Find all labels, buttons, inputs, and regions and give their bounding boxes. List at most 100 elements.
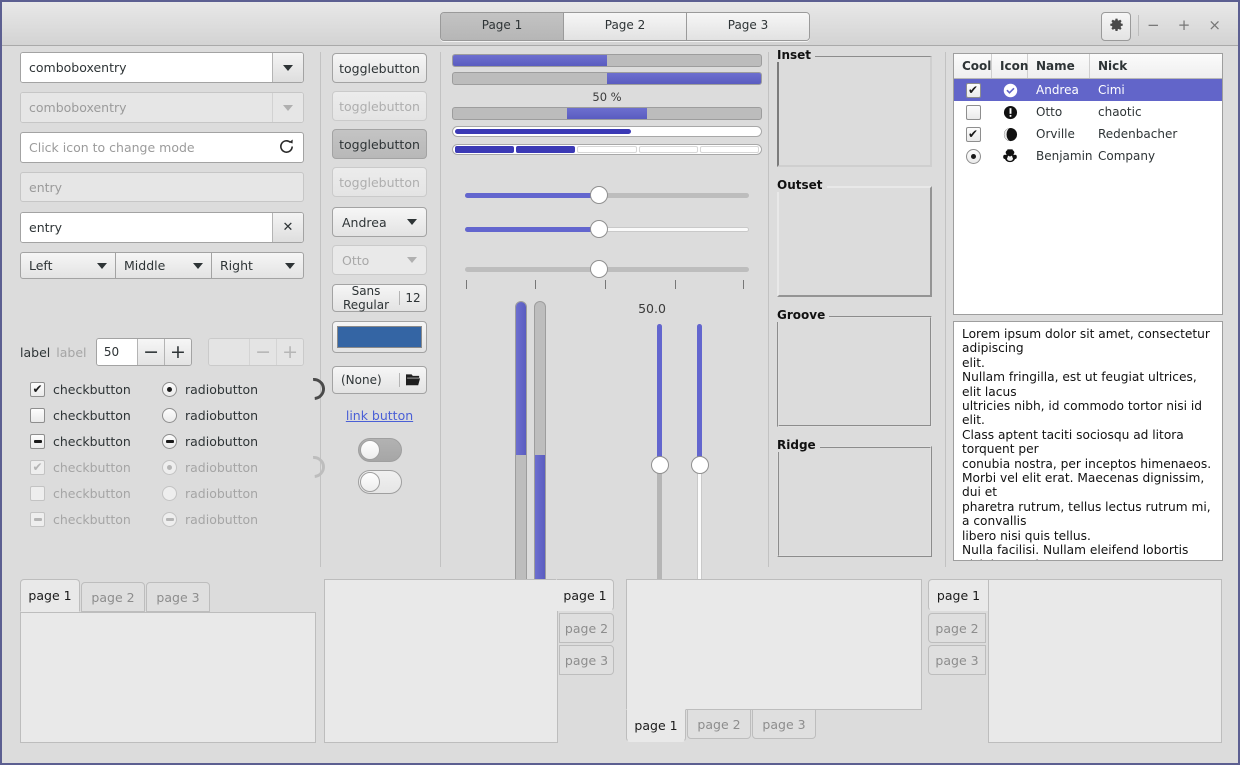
togglebutton-1[interactable]: togglebutton: [332, 53, 427, 83]
header-tab-page-3[interactable]: Page 3: [687, 13, 809, 40]
top-section: comboboxentry comboboxentry Click icon t…: [2, 46, 1238, 608]
switch-off[interactable]: [358, 470, 402, 494]
row-cool-cell[interactable]: ✔: [954, 126, 992, 142]
align-combo-middle[interactable]: Middle: [116, 252, 212, 279]
align-combo-right[interactable]: Right: [212, 252, 304, 279]
notebook2-tab-page-2[interactable]: page 2: [559, 613, 614, 643]
spinbutton-minus[interactable]: −: [137, 339, 165, 365]
checkbox-unchecked-icon[interactable]: [965, 104, 981, 120]
clear-icon[interactable]: ✕: [272, 213, 303, 242]
radio-selected-icon[interactable]: [965, 148, 981, 164]
header-tab-page-2[interactable]: Page 2: [564, 13, 687, 40]
checkbox-checked-icon[interactable]: ✔: [30, 381, 45, 397]
checkbutton-2[interactable]: checkbutton: [30, 402, 162, 428]
checkbutton-column: ✔ checkbutton checkbutton checkbutton ✔ …: [30, 376, 162, 532]
radiobutton-2[interactable]: radiobutton: [162, 402, 294, 428]
notebook2-tab-page-3[interactable]: page 3: [559, 645, 614, 675]
notebook3-tab-page-3[interactable]: page 3: [752, 709, 816, 739]
radiobutton-3[interactable]: radiobutton: [162, 428, 294, 454]
font-button[interactable]: Sans Regular 12: [332, 284, 427, 312]
radio-unselected-icon[interactable]: [162, 407, 177, 423]
scale-knob[interactable]: [589, 220, 608, 238]
notebook3-tab-page-2[interactable]: page 2: [687, 709, 751, 739]
checkbutton-4-label: checkbutton: [53, 459, 131, 475]
entry-disabled-placeholder: entry: [29, 179, 63, 195]
titlebar: Page 1 Page 2 Page 3 − + ×: [2, 2, 1238, 46]
comboboxentry-1[interactable]: comboboxentry: [20, 52, 304, 83]
scale-horizontal-marks[interactable]: [465, 260, 749, 278]
notebook4-tab-page-1[interactable]: page 1: [928, 579, 989, 611]
textview-line: elit.: [962, 355, 985, 370]
notebook1-tab-page-1[interactable]: page 1: [20, 579, 80, 612]
table-row[interactable]: ✔ Andrea Cimi: [954, 79, 1222, 101]
spinbutton-value[interactable]: 50: [96, 339, 138, 365]
scale-vertical-2[interactable]: [691, 324, 709, 600]
notebook1-tab-page-2[interactable]: page 2: [81, 582, 145, 612]
scale-horizontal-1[interactable]: [465, 186, 749, 204]
refresh-icon[interactable]: [278, 138, 295, 158]
settings-button[interactable]: [1101, 12, 1131, 41]
scale-knob[interactable]: [651, 456, 669, 475]
comboboxentry-1-text[interactable]: comboboxentry: [21, 53, 272, 82]
checkbutton-1[interactable]: ✔ checkbutton: [30, 376, 162, 402]
combobox-andrea[interactable]: Andrea: [332, 207, 427, 237]
frame-ridge: Ridge: [777, 438, 932, 557]
treeview[interactable]: Cool Icon Name Nick ✔ Andrea Cimi Otto c…: [953, 53, 1223, 315]
notebook2-tab-page-1[interactable]: page 1: [556, 579, 614, 611]
notebook1-tab-page-3[interactable]: page 3: [146, 582, 210, 612]
row-cool-cell[interactable]: [954, 104, 992, 120]
minimize-button[interactable]: −: [1138, 12, 1169, 39]
switch-on[interactable]: [358, 438, 402, 462]
entry-with-clear-value[interactable]: entry: [21, 213, 272, 242]
treeview-column-cool[interactable]: Cool: [954, 54, 992, 78]
checkbox-mixed-icon[interactable]: [30, 433, 45, 449]
togglebutton-3-pressed[interactable]: togglebutton: [332, 129, 427, 159]
icon-mode-entry[interactable]: Click icon to change mode: [20, 132, 304, 163]
spinbutton-disabled-minus: −: [249, 339, 277, 365]
scale-knob[interactable]: [589, 260, 608, 278]
radio-selected-icon[interactable]: [162, 381, 177, 397]
table-row[interactable]: Benjamin Company: [954, 145, 1222, 167]
window-controls[interactable]: − + ×: [1138, 12, 1230, 39]
maximize-button[interactable]: +: [1169, 12, 1200, 39]
frame-inset-title: Inset: [777, 48, 816, 62]
radiobutton-1[interactable]: radiobutton: [162, 376, 294, 402]
chevron-down-icon[interactable]: [272, 53, 303, 82]
togglebutton-4-disabled: togglebutton: [332, 167, 427, 197]
treeview-column-nick[interactable]: Nick: [1090, 54, 1222, 78]
header-tab-group[interactable]: Page 1 Page 2 Page 3: [440, 12, 810, 41]
checkbutton-3[interactable]: checkbutton: [30, 428, 162, 454]
checkbox-checked-icon[interactable]: ✔: [965, 82, 981, 98]
treeview-column-name[interactable]: Name: [1028, 54, 1090, 78]
open-folder-icon[interactable]: [399, 373, 426, 387]
file-chooser-button[interactable]: (None): [332, 366, 427, 394]
close-button[interactable]: ×: [1199, 12, 1230, 39]
table-row[interactable]: ✔ Orville Redenbacher: [954, 123, 1222, 145]
radio-mixed-icon[interactable]: [162, 433, 177, 449]
spinbutton[interactable]: 50 − +: [95, 338, 192, 366]
textview[interactable]: Lorem ipsum dolor sit amet, consectetur …: [953, 321, 1223, 561]
scale-horizontal-2[interactable]: [465, 220, 749, 238]
progressbar-3: [452, 107, 762, 120]
notebook4-tab-page-2[interactable]: page 2: [928, 613, 986, 643]
align-combo-left[interactable]: Left: [20, 252, 116, 279]
frame-groove-title: Groove: [777, 308, 830, 322]
spinbutton-plus[interactable]: +: [164, 339, 191, 365]
column-separator-2: [440, 52, 441, 567]
checkbox-unchecked-icon[interactable]: [30, 407, 45, 423]
notebook4-tab-page-3[interactable]: page 3: [928, 645, 986, 675]
checkbox-checked-icon[interactable]: ✔: [965, 126, 981, 142]
notebook3-tab-page-1[interactable]: page 1: [626, 709, 686, 742]
chevron-down-icon: [407, 219, 417, 225]
scale-knob[interactable]: [589, 186, 608, 204]
entry-with-clear[interactable]: entry ✕: [20, 212, 304, 243]
color-button[interactable]: [332, 321, 427, 353]
scale-vertical-1[interactable]: [651, 324, 669, 600]
header-tab-page-1[interactable]: Page 1: [441, 13, 564, 40]
row-cool-cell[interactable]: [954, 148, 992, 164]
row-cool-cell[interactable]: ✔: [954, 82, 992, 98]
treeview-column-icon[interactable]: Icon: [992, 54, 1028, 78]
link-button[interactable]: link button: [332, 408, 427, 423]
scale-knob[interactable]: [691, 456, 709, 475]
table-row[interactable]: Otto chaotic: [954, 101, 1222, 123]
